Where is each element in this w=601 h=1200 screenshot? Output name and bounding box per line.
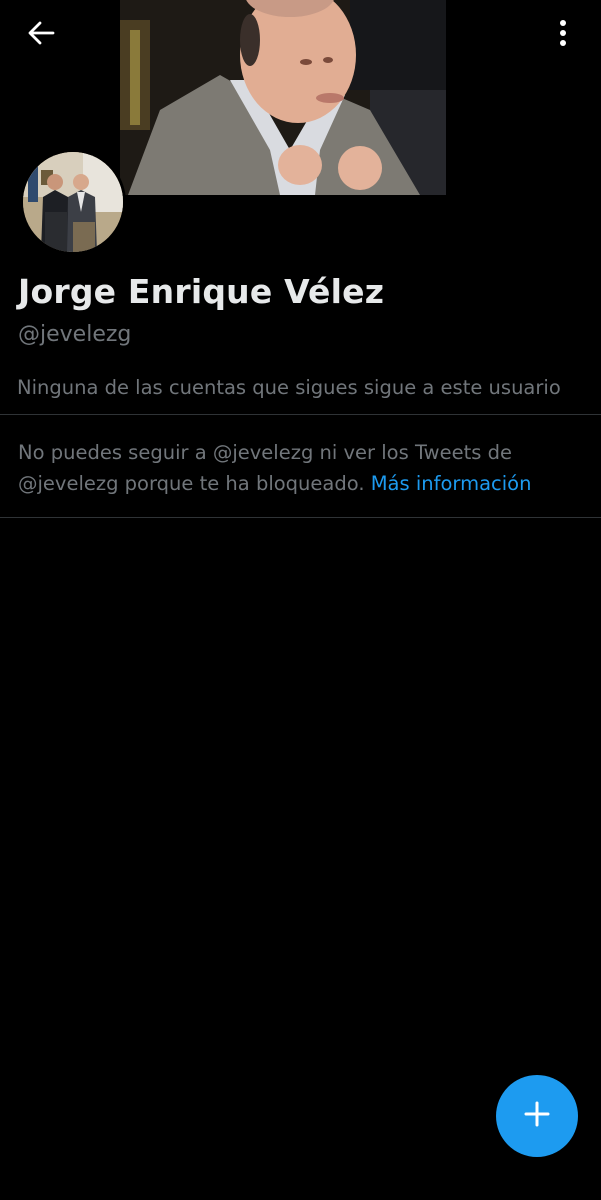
display-name: Jorge Enrique Vélez — [18, 272, 385, 311]
followers-you-know-note: Ninguna de las cuentas que sigues sigue … — [17, 376, 561, 399]
more-info-link[interactable]: Más información — [371, 472, 532, 495]
back-arrow-icon — [26, 18, 56, 52]
divider — [0, 414, 601, 415]
blocked-notice: No puedes seguir a @jevelezg ni ver los … — [18, 437, 588, 499]
banner-photo — [120, 0, 446, 195]
more-options-button[interactable] — [541, 13, 585, 57]
compose-tweet-button[interactable] — [496, 1075, 578, 1157]
more-vertical-icon — [558, 18, 568, 52]
username-handle: @jevelezg — [18, 322, 132, 347]
plus-icon — [522, 1099, 552, 1133]
avatar-photo — [23, 152, 123, 252]
avatar[interactable] — [20, 149, 126, 255]
divider — [0, 517, 601, 518]
back-button[interactable] — [19, 13, 63, 57]
